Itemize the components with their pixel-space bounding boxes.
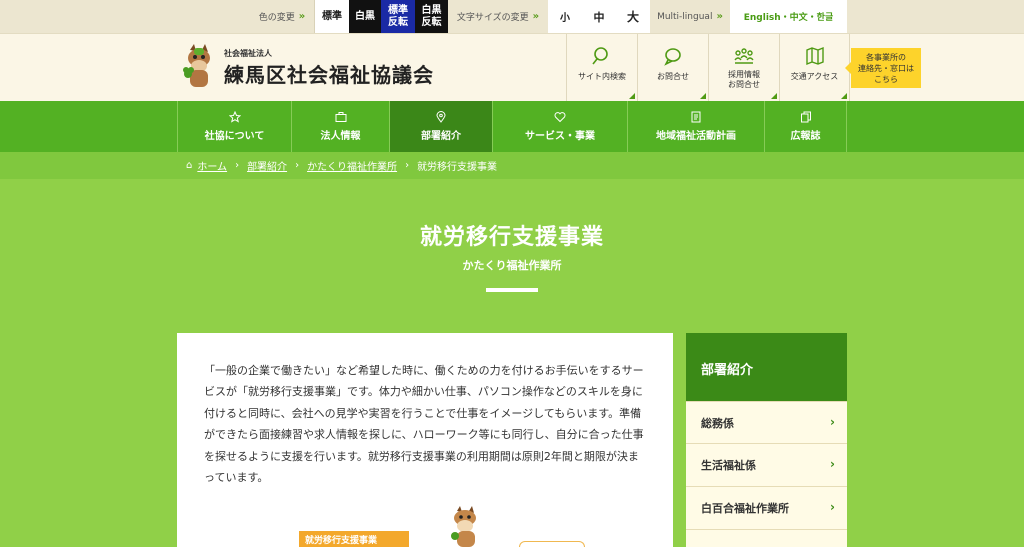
global-nav: 社協について 法人情報 部署紹介 サービス・事業 地域福祉活動計画 広報誌 — [0, 101, 1024, 152]
sidebar-item-label: 生活福祉係 — [701, 459, 756, 472]
star-icon — [228, 111, 241, 123]
horse-mascot-icon — [451, 506, 476, 547]
sidebar-item-label: 白百合福祉作業所 — [701, 502, 789, 515]
chevron-right-icon: › — [830, 415, 835, 429]
font-size-text: 文字サイズの変更 — [456, 13, 529, 23]
people-icon — [734, 48, 754, 64]
nav-about[interactable]: 社協について — [177, 101, 291, 152]
font-size-medium-button[interactable]: 中 — [582, 0, 616, 33]
breadcrumb-current: 就労移行支援事業 — [417, 162, 498, 173]
nav-newsletter[interactable]: 広報誌 — [764, 101, 847, 152]
org-type-label: 社会福祉法人 — [224, 49, 272, 58]
site-header: 社会福祉法人 練馬区社会福祉協議会 サイト内検索 お問合せ 採用情報 お問合せ 交… — [0, 33, 1024, 101]
page-title: 就労移行支援事業 — [419, 225, 604, 250]
site-logo[interactable]: 社会福祉法人 練馬区社会福祉協議会 — [180, 44, 450, 94]
main-content: 「一般の企業で働きたい」など希望した時に、働くための力を付けるお手伝いをするサー… — [177, 333, 673, 547]
nav-about-label: 社協について — [204, 131, 265, 142]
corner-triangle-icon — [841, 93, 847, 99]
access-label: 交通アクセス — [790, 72, 839, 81]
site-search-label: サイト内検索 — [578, 72, 626, 81]
nav-departments[interactable]: 部署紹介 — [389, 101, 492, 152]
nav-services[interactable]: サービス・事業 — [492, 101, 627, 152]
breadcrumb-separator: › — [295, 160, 300, 171]
recruit-label-line2: お問合せ — [728, 80, 760, 90]
font-size-large-button[interactable]: 大 — [616, 0, 650, 33]
breadcrumb-katakuri[interactable]: かたくり福祉作業所 — [307, 158, 397, 173]
contact-line2: 連絡先・窓口は — [858, 63, 914, 73]
chevron-double-right-icon: » — [298, 11, 306, 22]
chevron-double-right-icon: » — [716, 11, 723, 22]
color-standard-button[interactable]: 標準 — [314, 0, 349, 33]
corner-triangle-icon — [700, 93, 706, 99]
inquiry-button[interactable]: お問合せ — [637, 34, 708, 101]
chevron-double-right-icon: » — [532, 11, 540, 22]
chat-icon — [664, 48, 681, 66]
home-icon: ⌂ — [186, 160, 193, 171]
map-icon — [805, 46, 824, 66]
color-reverse-button[interactable]: 標準 反転 — [381, 0, 415, 33]
site-search-button[interactable]: サイト内検索 — [566, 34, 637, 101]
contact-line3: こちら — [874, 74, 898, 84]
sidebar-title: 部署紹介 — [686, 333, 847, 401]
language-link[interactable]: English・中文・한글 — [730, 0, 847, 33]
font-size-label: 文字サイズの変更» — [452, 0, 544, 33]
color-bw-reverse-line1: 白黒 — [421, 5, 442, 16]
orange-decoration — [519, 541, 585, 547]
nav-plan[interactable]: 地域福祉活動計画 — [627, 101, 764, 152]
recruit-inquiry-label: 採用情報 お問合せ — [728, 70, 760, 91]
multilingual-text: Multi-lingual — [657, 11, 713, 22]
org-name: 練馬区社会福祉協議会 — [224, 63, 434, 87]
briefcase-icon — [335, 112, 346, 122]
poster-text: 就労移行支援事業 — [305, 536, 378, 546]
chevron-right-icon: › — [830, 457, 835, 471]
title-underline — [486, 288, 538, 292]
multilingual-label: Multi-lingual» — [652, 0, 728, 33]
breadcrumb: ⌂ ホーム › 部署紹介 › かたくり福祉作業所 › 就労移行支援事業 — [0, 152, 1024, 179]
breadcrumb-departments[interactable]: 部署紹介 — [247, 158, 287, 173]
sidebar-item-label: 総務係 — [701, 416, 734, 430]
horse-mascot-icon — [183, 44, 210, 87]
copy-icon — [800, 111, 811, 123]
poster-image: 就労移行支援事業 — [299, 531, 409, 547]
utility-bar: 色の変更» 標準 白黒 標準 反転 白黒 反転 文字サイズの変更» 小 中 大 Mu… — [0, 0, 1024, 33]
nav-corporate-label: 法人情報 — [320, 131, 361, 142]
sidebar-item-general-affairs[interactable]: 総務係 › — [686, 401, 847, 444]
document-icon — [691, 111, 701, 123]
inquiry-label: お問合せ — [657, 72, 689, 81]
breadcrumb-separator: › — [405, 160, 410, 171]
recruit-label-line1: 採用情報 — [728, 70, 760, 79]
color-change-text: 色の変更 — [258, 13, 295, 23]
pin-icon — [436, 111, 446, 123]
nav-newsletter-label: 広報誌 — [790, 131, 821, 142]
heart-icon — [554, 112, 566, 123]
corner-triangle-icon — [771, 93, 777, 99]
chevron-right-icon: › — [830, 500, 835, 514]
sidebar-item-life-welfare[interactable]: 生活福祉係 › — [686, 444, 847, 487]
corner-triangle-icon — [629, 93, 635, 99]
nav-plan-label: 地域福祉活動計画 — [656, 131, 736, 142]
contact-line1: 各事業所の — [866, 53, 906, 62]
color-reverse-line2: 反転 — [388, 16, 408, 28]
nav-departments-label: 部署紹介 — [421, 131, 461, 142]
nav-services-label: サービス・事業 — [525, 131, 595, 142]
color-bw-reverse-line2: 反転 — [421, 16, 442, 28]
color-reverse-line1: 標準 — [388, 5, 408, 16]
recruit-inquiry-button[interactable]: 採用情報 お問合せ — [708, 34, 779, 101]
sidebar: 部署紹介 総務係 › 生活福祉係 › 白百合福祉作業所 › — [686, 333, 847, 547]
breadcrumb-home[interactable]: ホーム — [197, 158, 227, 173]
font-size-small-button[interactable]: 小 — [548, 0, 582, 33]
description-text: 「一般の企業で働きたい」など希望した時に、働くための力を付けるお手伝いをするサー… — [204, 364, 644, 485]
color-blackwhite-reverse-button[interactable]: 白黒 反転 — [415, 0, 448, 33]
color-change-label: 色の変更» — [252, 0, 312, 33]
contact-callout-button[interactable]: 各事業所の 連絡先・窓口は こちら — [845, 48, 921, 88]
access-button[interactable]: 交通アクセス — [779, 34, 850, 101]
breadcrumb-separator: › — [235, 160, 240, 171]
sidebar-item-next[interactable] — [686, 530, 847, 547]
color-blackwhite-button[interactable]: 白黒 — [349, 0, 381, 33]
search-icon — [592, 47, 608, 65]
sidebar-item-shirayuri[interactable]: 白百合福祉作業所 › — [686, 487, 847, 530]
nav-corporate[interactable]: 法人情報 — [291, 101, 389, 152]
page-subtitle: かたくり福祉作業所 — [462, 259, 562, 272]
